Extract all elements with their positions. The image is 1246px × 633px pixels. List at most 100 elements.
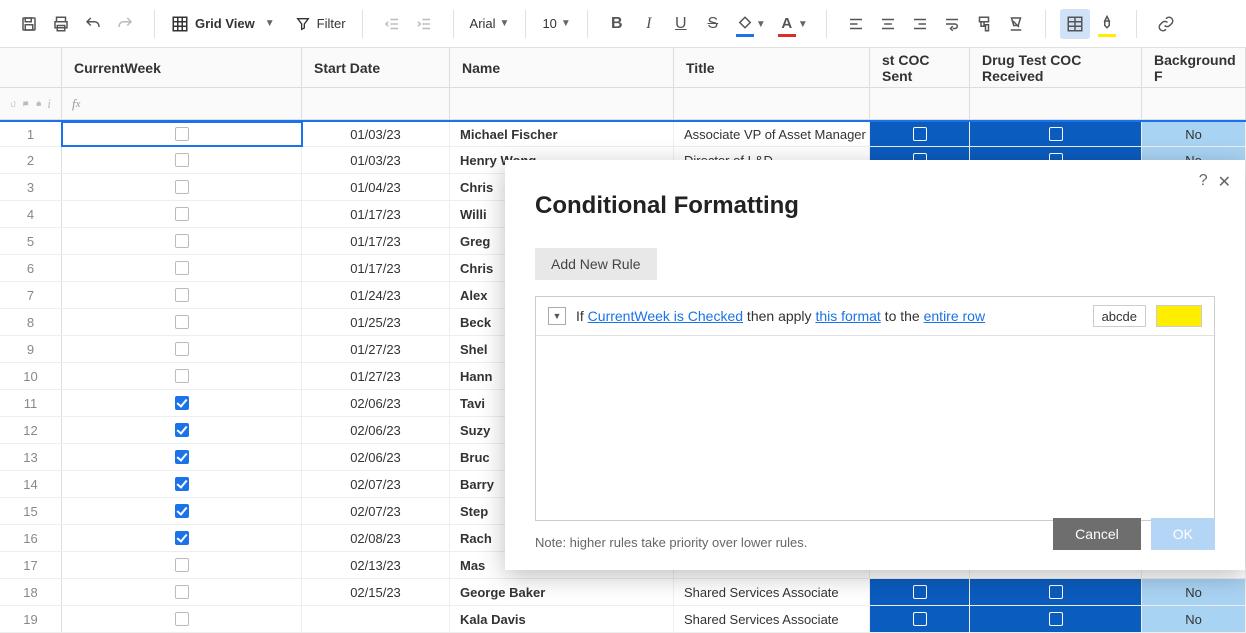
cell-startdate[interactable]: 02/08/23	[302, 525, 450, 551]
cell-startdate[interactable]: 01/17/23	[302, 255, 450, 281]
checkbox[interactable]	[175, 261, 189, 275]
cell-currentweek[interactable]	[62, 552, 302, 578]
cell-coc-sent[interactable]	[870, 606, 970, 632]
checkbox[interactable]	[175, 288, 189, 302]
cell-name[interactable]: George Baker	[450, 579, 674, 605]
cell-startdate[interactable]: 01/17/23	[302, 201, 450, 227]
link-icon[interactable]	[1151, 9, 1181, 39]
cell-coc-recv[interactable]	[970, 606, 1142, 632]
italic-icon[interactable]: I	[634, 9, 664, 39]
checkbox[interactable]	[1049, 127, 1063, 141]
checkbox[interactable]	[175, 531, 189, 545]
text-color-icon[interactable]: A ▼	[772, 9, 802, 39]
cell-currentweek[interactable]	[62, 471, 302, 497]
checkbox[interactable]	[175, 477, 189, 491]
checkbox[interactable]	[175, 504, 189, 518]
cell-startdate[interactable]: 01/04/23	[302, 174, 450, 200]
font-family-select[interactable]: Arial ▼	[462, 9, 518, 39]
checkbox[interactable]	[175, 612, 189, 626]
cell-startdate[interactable]: 02/06/23	[302, 417, 450, 443]
save-icon[interactable]	[14, 9, 44, 39]
cell-currentweek[interactable]	[62, 201, 302, 227]
cell-startdate[interactable]: 02/07/23	[302, 471, 450, 497]
column-header-background[interactable]: Background F	[1142, 48, 1246, 87]
rule-dropdown-icon[interactable]: ▼	[548, 307, 566, 325]
cell-startdate[interactable]: 01/27/23	[302, 363, 450, 389]
table-row[interactable]: 1802/15/23George BakerShared Services As…	[0, 579, 1246, 606]
cell-startdate[interactable]: 01/27/23	[302, 336, 450, 362]
cell-currentweek[interactable]	[62, 579, 302, 605]
ok-button[interactable]: OK	[1151, 518, 1215, 550]
cell-background[interactable]: No	[1142, 606, 1246, 632]
align-right-icon[interactable]	[905, 9, 935, 39]
cell-coc-recv[interactable]	[970, 122, 1142, 146]
indent-icon[interactable]	[409, 9, 439, 39]
cell-currentweek[interactable]	[62, 282, 302, 308]
align-left-icon[interactable]	[841, 9, 871, 39]
cell-title[interactable]: Shared Services Associate	[674, 606, 870, 632]
filter-button[interactable]: Filter	[287, 9, 354, 39]
rule-color-swatch[interactable]	[1156, 305, 1202, 327]
cell-startdate[interactable]: 01/03/23	[302, 122, 450, 146]
checkbox[interactable]	[175, 450, 189, 464]
bold-icon[interactable]: B	[602, 9, 632, 39]
checkbox[interactable]	[913, 612, 927, 626]
fx-cell[interactable]: fx	[62, 88, 302, 119]
cell-title[interactable]: Associate VP of Asset Manager	[674, 122, 870, 146]
outdent-icon[interactable]	[377, 9, 407, 39]
cell-title[interactable]: Shared Services Associate	[674, 579, 870, 605]
checkbox[interactable]	[175, 585, 189, 599]
checkbox[interactable]	[1049, 612, 1063, 626]
checkbox[interactable]	[175, 558, 189, 572]
checkbox[interactable]	[175, 234, 189, 248]
highlight-icon[interactable]	[1092, 9, 1122, 39]
cell-startdate[interactable]: 02/06/23	[302, 390, 450, 416]
column-header-coc-sent[interactable]: st COC Sent	[870, 48, 970, 87]
cell-startdate[interactable]: 02/07/23	[302, 498, 450, 524]
cancel-button[interactable]: Cancel	[1053, 518, 1141, 550]
cell-background[interactable]: No	[1142, 579, 1246, 605]
cell-currentweek[interactable]	[62, 363, 302, 389]
fill-color-icon[interactable]: ▼	[730, 9, 760, 39]
checkbox[interactable]	[175, 153, 189, 167]
cell-coc-sent[interactable]	[870, 579, 970, 605]
cell-currentweek[interactable]	[62, 122, 302, 146]
cell-currentweek[interactable]	[62, 390, 302, 416]
cell-currentweek[interactable]	[62, 336, 302, 362]
close-button[interactable]: ✕	[1218, 172, 1231, 192]
cell-currentweek[interactable]	[62, 228, 302, 254]
cell-currentweek[interactable]	[62, 444, 302, 470]
cell-currentweek[interactable]	[62, 606, 302, 632]
column-header-currentweek[interactable]: CurrentWeek	[62, 48, 302, 87]
align-center-icon[interactable]	[873, 9, 903, 39]
cell-startdate[interactable]: 01/03/23	[302, 147, 450, 173]
cell-startdate[interactable]: 02/13/23	[302, 552, 450, 578]
checkbox[interactable]	[175, 396, 189, 410]
rule-item[interactable]: ▼ If CurrentWeek is Checked then apply t…	[536, 297, 1214, 336]
strikethrough-icon[interactable]: S	[698, 9, 728, 39]
cell-startdate[interactable]: 01/25/23	[302, 309, 450, 335]
column-header-startdate[interactable]: Start Date	[302, 48, 450, 87]
checkbox[interactable]	[175, 127, 189, 141]
cell-currentweek[interactable]	[62, 417, 302, 443]
cell-currentweek[interactable]	[62, 309, 302, 335]
cell-coc-recv[interactable]	[970, 579, 1142, 605]
checkbox[interactable]	[175, 423, 189, 437]
format-painter-icon[interactable]	[969, 9, 999, 39]
cell-currentweek[interactable]	[62, 147, 302, 173]
checkbox[interactable]	[175, 369, 189, 383]
undo-icon[interactable]	[78, 9, 108, 39]
font-size-select[interactable]: 10 ▼	[534, 9, 578, 39]
rule-target-link[interactable]: entire row	[924, 308, 985, 324]
column-header-title[interactable]: Title	[674, 48, 870, 87]
add-new-rule-button[interactable]: Add New Rule	[535, 248, 657, 280]
checkbox[interactable]	[913, 127, 927, 141]
print-icon[interactable]	[46, 9, 76, 39]
cell-startdate[interactable]: 01/24/23	[302, 282, 450, 308]
cell-startdate[interactable]: 02/06/23	[302, 444, 450, 470]
view-selector[interactable]: Grid View ▼	[163, 9, 283, 39]
cell-currentweek[interactable]	[62, 174, 302, 200]
checkbox[interactable]	[175, 342, 189, 356]
cell-currentweek[interactable]	[62, 255, 302, 281]
column-header-name[interactable]: Name	[450, 48, 674, 87]
